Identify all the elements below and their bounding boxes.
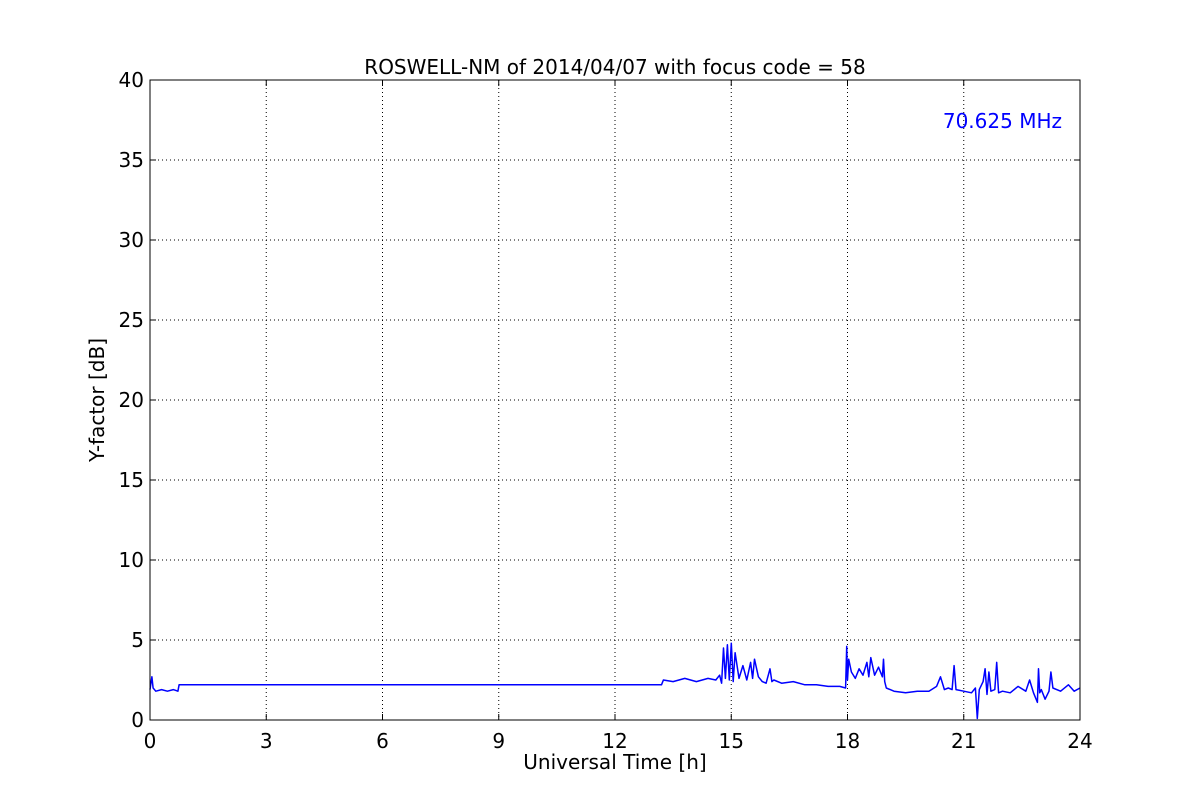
y-axis-label: Y-factor [dB] — [85, 338, 109, 463]
y-tick-label: 35 — [119, 148, 144, 172]
x-axis-label: Universal Time [h] — [523, 750, 706, 774]
x-tick-label: 9 — [492, 729, 505, 753]
y-tick-label: 10 — [119, 548, 144, 572]
y-tick-label: 40 — [119, 68, 144, 92]
x-tick-label: 24 — [1067, 729, 1092, 753]
x-tick-label: 3 — [260, 729, 273, 753]
y-tick-label: 15 — [119, 468, 144, 492]
y-tick-label: 0 — [131, 708, 144, 732]
y-tick-label: 5 — [131, 628, 144, 652]
y-tick-label: 20 — [119, 388, 144, 412]
chart-figure: ROSWELL-NM of 2014/04/07 with focus code… — [0, 0, 1200, 800]
chart-title: ROSWELL-NM of 2014/04/07 with focus code… — [364, 55, 865, 79]
y-tick-label: 30 — [119, 228, 144, 252]
y-tick-label: 25 — [119, 308, 144, 332]
plot-area — [149, 79, 1081, 721]
x-tick-label: 21 — [951, 729, 976, 753]
x-tick-label: 15 — [719, 729, 744, 753]
frequency-annotation: 70.625 MHz — [943, 109, 1062, 133]
x-tick-label: 18 — [835, 729, 860, 753]
x-tick-label: 6 — [376, 729, 389, 753]
x-tick-label: 0 — [144, 729, 157, 753]
